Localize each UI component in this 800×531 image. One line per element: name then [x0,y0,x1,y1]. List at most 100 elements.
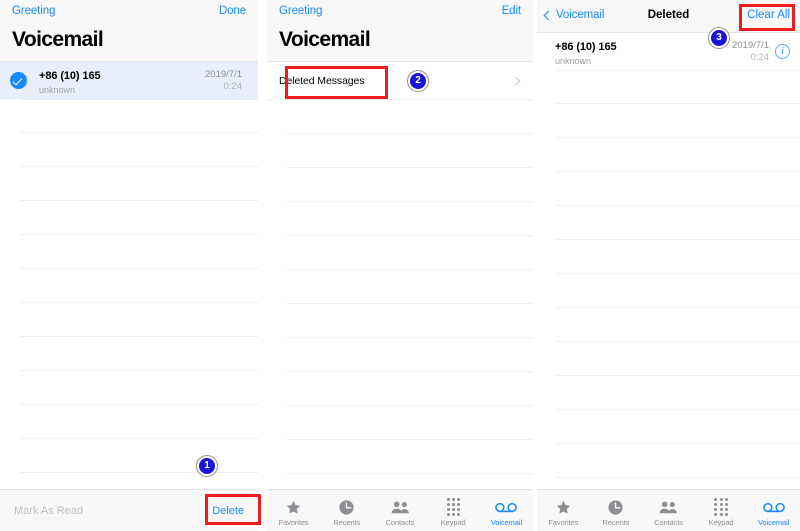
caller-label: unknown [39,84,76,95]
people-icon [391,497,410,517]
phone-panel-voicemail-edit: Greeting Done Voicemail +86 (10) 165 unk… [0,0,258,531]
list-item [20,99,258,133]
voicemail-duration: 0:24 [223,80,243,92]
list-item [287,100,533,134]
step-badge-2: 2 [408,71,428,91]
list-item [557,240,800,274]
list-item [20,201,258,235]
tab-label: Favorites [278,518,309,527]
list-item [557,342,800,376]
list-item [557,206,800,240]
tab-favorites[interactable]: Favorites [267,490,320,531]
step-badge-1: 1 [197,456,217,476]
tab-bar: Favorites Recents Contacts Keypad Voicem… [537,489,800,531]
navigation-bar: Greeting Edit Voicemail [267,0,533,62]
list-item [287,406,533,440]
voicemail-row-meta: 2019/7/1 0:24 [732,40,769,64]
screenshot-stage: Greeting Done Voicemail +86 (10) 165 unk… [0,0,800,531]
tab-voicemail[interactable]: Voicemail [480,490,533,531]
tab-label: Recents [333,518,361,527]
voicemail-row-text: +86 (10) 165 unknown [547,37,732,67]
greeting-button[interactable]: Greeting [279,5,322,17]
navigation-bar: Greeting Done Voicemail [0,0,258,62]
nav-row: Greeting Done [0,0,258,26]
tab-label: Contacts [654,518,683,527]
list-item [20,405,258,439]
tab-label: Keypad [708,518,734,527]
highlight-box-deleted-messages [285,66,388,99]
star-icon [555,497,572,517]
voicemail-date: 2019/7/1 [205,68,242,80]
nav-row: Greeting Edit [267,0,533,26]
tab-voicemail[interactable]: Voicemail [747,490,800,531]
list-item [557,172,800,206]
keypad-icon [714,497,728,517]
list-item [557,444,800,478]
list-item [20,235,258,269]
list-item [287,202,533,236]
star-icon [285,497,302,517]
checkmark-icon[interactable] [10,72,27,89]
voicemail-row-text: +86 (10) 165 unknown [39,66,205,96]
highlight-box-clear-all [739,4,795,31]
page-title: Voicemail [279,28,371,51]
tab-label: Keypad [440,518,466,527]
list-item [557,138,800,172]
list-item [287,440,533,474]
info-icon[interactable]: i [775,44,790,59]
list-item [287,134,533,168]
voicemail-icon [762,497,785,517]
voicemail-duration: 0:24 [750,51,770,63]
list-item [20,303,258,337]
voicemail-row-meta: 2019/7/1 0:24 [205,69,242,93]
tab-favorites[interactable]: Favorites [537,490,590,531]
highlight-box-delete [205,494,261,525]
list-item [557,376,800,410]
list-item [557,410,800,444]
page-title: Voicemail [12,28,104,51]
list-item [287,168,533,202]
tab-label: Contacts [385,518,415,527]
phone-panel-deleted: Voicemail Deleted Clear All +86 (10) 165… [537,0,800,531]
caller-label: unknown [555,55,592,66]
done-button[interactable]: Done [219,5,246,17]
voicemail-list: +86 (10) 165 unknown 2019/7/1 0:24 [0,62,258,507]
list-item [20,167,258,201]
list-item [287,372,533,406]
people-icon [659,497,678,517]
tab-label: Recents [602,518,630,527]
voicemail-row-selected[interactable]: +86 (10) 165 unknown 2019/7/1 0:24 [0,62,258,99]
tab-label: Voicemail [758,518,790,527]
tab-label: Voicemail [490,518,523,527]
list-item [287,236,533,270]
list-item [287,304,533,338]
tab-recents[interactable]: Recents [590,490,643,531]
voicemail-icon [495,497,518,517]
list-item [20,371,258,405]
caller-number: +86 (10) 165 [39,69,101,82]
list-item [20,269,258,303]
list-item [557,274,800,308]
tab-bar: Favorites Recents Contacts Keypad Voicem… [267,489,533,531]
clock-icon [607,497,624,517]
step-badge-3: 3 [709,28,729,48]
voicemail-list: Deleted Messages [267,62,533,474]
tab-keypad[interactable]: Keypad [427,490,480,531]
tab-keypad[interactable]: Keypad [695,490,748,531]
edit-button[interactable]: Edit [502,5,522,17]
clock-icon [338,497,355,517]
list-item [557,308,800,342]
list-item [20,439,258,473]
mark-as-read-button[interactable]: Mark As Read [14,505,83,517]
list-item [557,70,800,104]
caller-number: +86 (10) 165 [555,40,617,53]
greeting-button[interactable]: Greeting [12,5,55,17]
voicemail-row[interactable]: +86 (10) 165 unknown 2019/7/1 0:24 i [537,33,800,70]
tab-recents[interactable]: Recents [320,490,373,531]
deleted-voicemail-list: +86 (10) 165 unknown 2019/7/1 0:24 i [537,33,800,478]
tab-contacts[interactable]: Contacts [373,490,426,531]
tab-contacts[interactable]: Contacts [642,490,695,531]
list-item [20,133,258,167]
keypad-icon [446,497,460,517]
list-item [557,104,800,138]
